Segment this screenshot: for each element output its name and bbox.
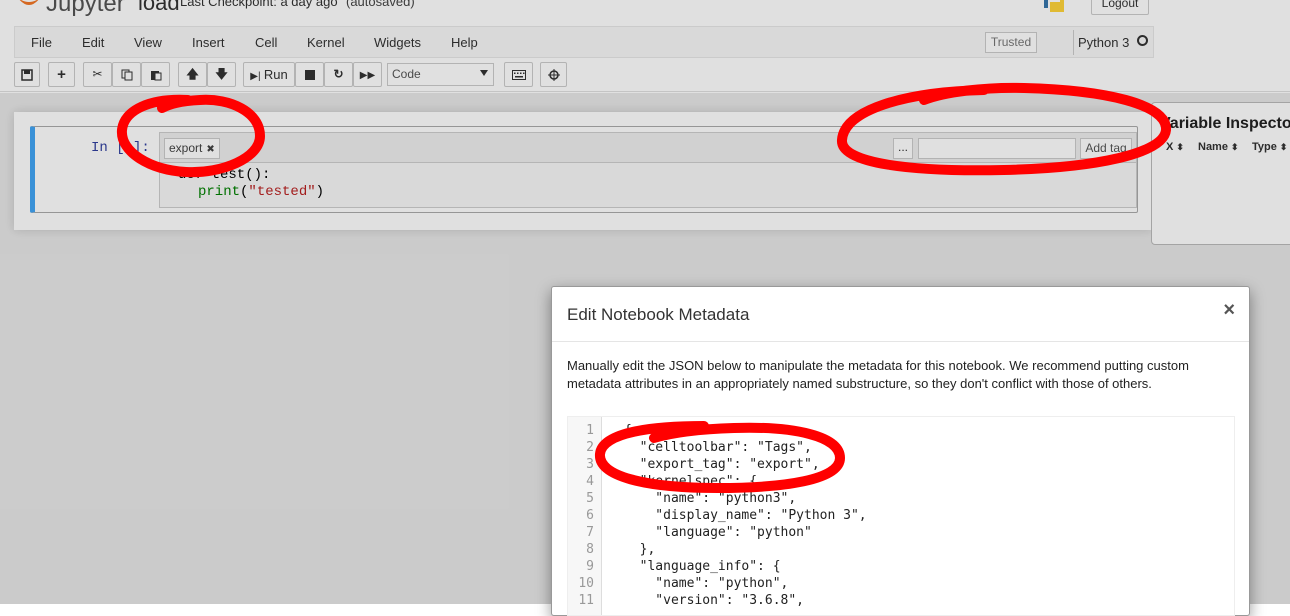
line-number: 9 bbox=[586, 559, 594, 574]
line-number: 1 bbox=[586, 423, 594, 438]
json-line[interactable]: }, bbox=[624, 542, 656, 557]
line-number: 3 bbox=[586, 457, 594, 472]
json-line[interactable]: "name": "python", bbox=[624, 576, 788, 591]
line-number: 7 bbox=[586, 525, 594, 540]
line-number: 11 bbox=[578, 593, 594, 608]
line-number: 2 bbox=[586, 440, 594, 455]
line-number: 6 bbox=[586, 508, 594, 523]
line-number: 8 bbox=[586, 542, 594, 557]
json-line[interactable]: "display_name": "Python 3", bbox=[624, 508, 866, 523]
json-line[interactable]: "language_info": { bbox=[624, 559, 781, 574]
red-annotation-circle-tag bbox=[117, 94, 266, 178]
json-line[interactable]: "language": "python" bbox=[624, 525, 812, 540]
line-number: 10 bbox=[578, 576, 594, 591]
modal-title: Edit Notebook Metadata bbox=[567, 305, 750, 324]
red-annotation-circle-metadata bbox=[595, 421, 846, 494]
line-number: 5 bbox=[586, 491, 594, 506]
line-number: 4 bbox=[586, 474, 594, 489]
json-line[interactable]: "version": "3.6.8", bbox=[624, 593, 804, 608]
modal-description: Manually edit the JSON below to manipula… bbox=[567, 358, 1189, 391]
modal-header: Edit Notebook Metadata × bbox=[552, 287, 1249, 342]
close-icon[interactable]: × bbox=[1223, 299, 1235, 322]
red-annotation-circle-toolbar bbox=[837, 82, 1171, 176]
